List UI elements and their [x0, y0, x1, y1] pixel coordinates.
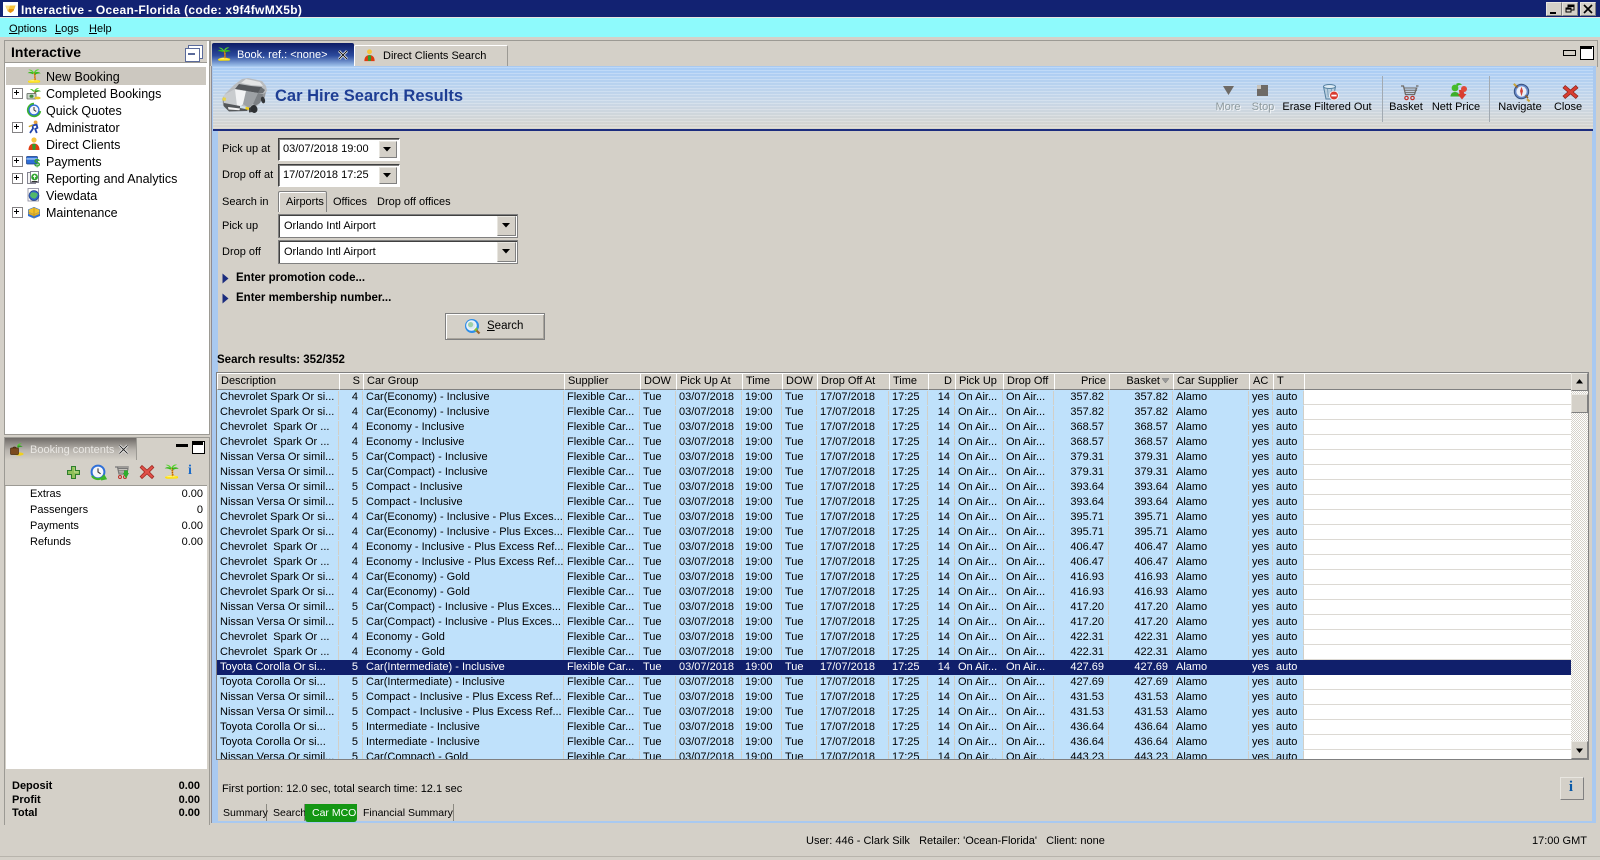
- svg-text:$: $: [34, 158, 40, 169]
